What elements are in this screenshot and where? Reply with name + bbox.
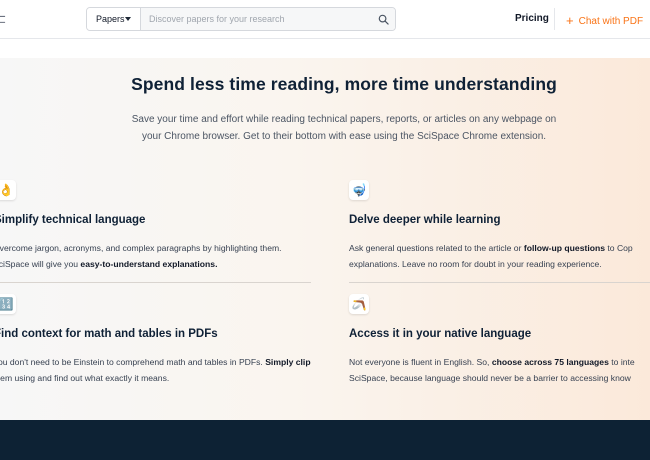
section-subtitle: Save your time and effort while reading … (110, 111, 578, 145)
feature-desc-line-2: SciSpace will give you (0, 259, 81, 269)
feature-title-simplify: Simplify technical language (0, 214, 146, 226)
feature-desc-bold: easy-to-understand explanations. (80, 259, 218, 269)
chat-with-pdf-button[interactable]: + Chat with PDF (566, 12, 644, 28)
feature-desc-line-1: Not everyone is fluent in English. So, (349, 357, 492, 367)
pricing-link[interactable]: Pricing (515, 13, 549, 24)
hand-icon: 👌 (0, 180, 16, 200)
diving-mask-icon: 🤿 (349, 180, 369, 200)
feature-desc-line-1-end: to inte (608, 357, 635, 367)
feature-desc-line-1: Ask general questions related to the art… (349, 243, 524, 253)
search-input[interactable] (141, 8, 361, 30)
feature-desc-delve: Ask general questions related to the art… (349, 240, 633, 272)
feature-title-language: Access it in your native language (349, 328, 532, 340)
top-nav-bar: ⊂ Papers Pricing + Chat with PDF (0, 0, 650, 39)
section-title: Spend less time reading, more time under… (131, 74, 557, 94)
nav-divider (554, 8, 555, 30)
feature-title-math: Find context for math and tables in PDFs (0, 328, 218, 340)
feature-desc-line-1: Overcome jargon, acronyms, and complex p… (0, 243, 282, 253)
feature-desc-line-1-end: to Cop (605, 243, 633, 253)
chevron-down-icon (125, 17, 131, 21)
plus-icon: + (566, 13, 574, 28)
feature-divider-left (0, 282, 311, 283)
feature-desc-language: Not everyone is fluent in English. So, c… (349, 354, 635, 386)
numbers-icon: 🔢 (0, 294, 16, 314)
feature-desc-line-1: You don't need to be Einstein to compreh… (0, 357, 266, 367)
feature-desc-line-2: SciSpace, because language should never … (349, 373, 631, 383)
search-icon[interactable] (378, 14, 389, 25)
feature-title-delve: Delve deeper while learning (349, 214, 501, 226)
features-section: Spend less time reading, more time under… (0, 58, 650, 420)
boomerang-icon: 🪃 (349, 294, 369, 314)
feature-desc-bold: Simply clip (265, 357, 311, 367)
feature-desc-bold: choose across 75 languages (491, 357, 609, 367)
chat-with-pdf-label: Chat with PDF (578, 16, 644, 27)
search-type-select[interactable]: Papers (87, 8, 141, 30)
feature-desc-line-2: explanations. Leave no room for doubt in… (349, 259, 602, 269)
subtitle-line-2: your Chrome browser. Get to their bottom… (141, 131, 547, 142)
subtitle-line-1: Save your time and effort while reading … (131, 114, 557, 125)
footer-band (0, 420, 650, 460)
feature-desc-math: You don't need to be Einstein to compreh… (0, 354, 311, 386)
search-type-label: Papers (96, 14, 125, 24)
search-bar: Papers (86, 7, 396, 31)
feature-desc-bold: follow-up questions (523, 243, 605, 253)
feature-divider-right (349, 282, 650, 283)
feature-desc-simplify: Overcome jargon, acronyms, and complex p… (0, 240, 282, 272)
logo-fragment[interactable]: ⊂ (0, 11, 6, 27)
feature-desc-line-2: them using and find out what exactly it … (0, 373, 170, 383)
